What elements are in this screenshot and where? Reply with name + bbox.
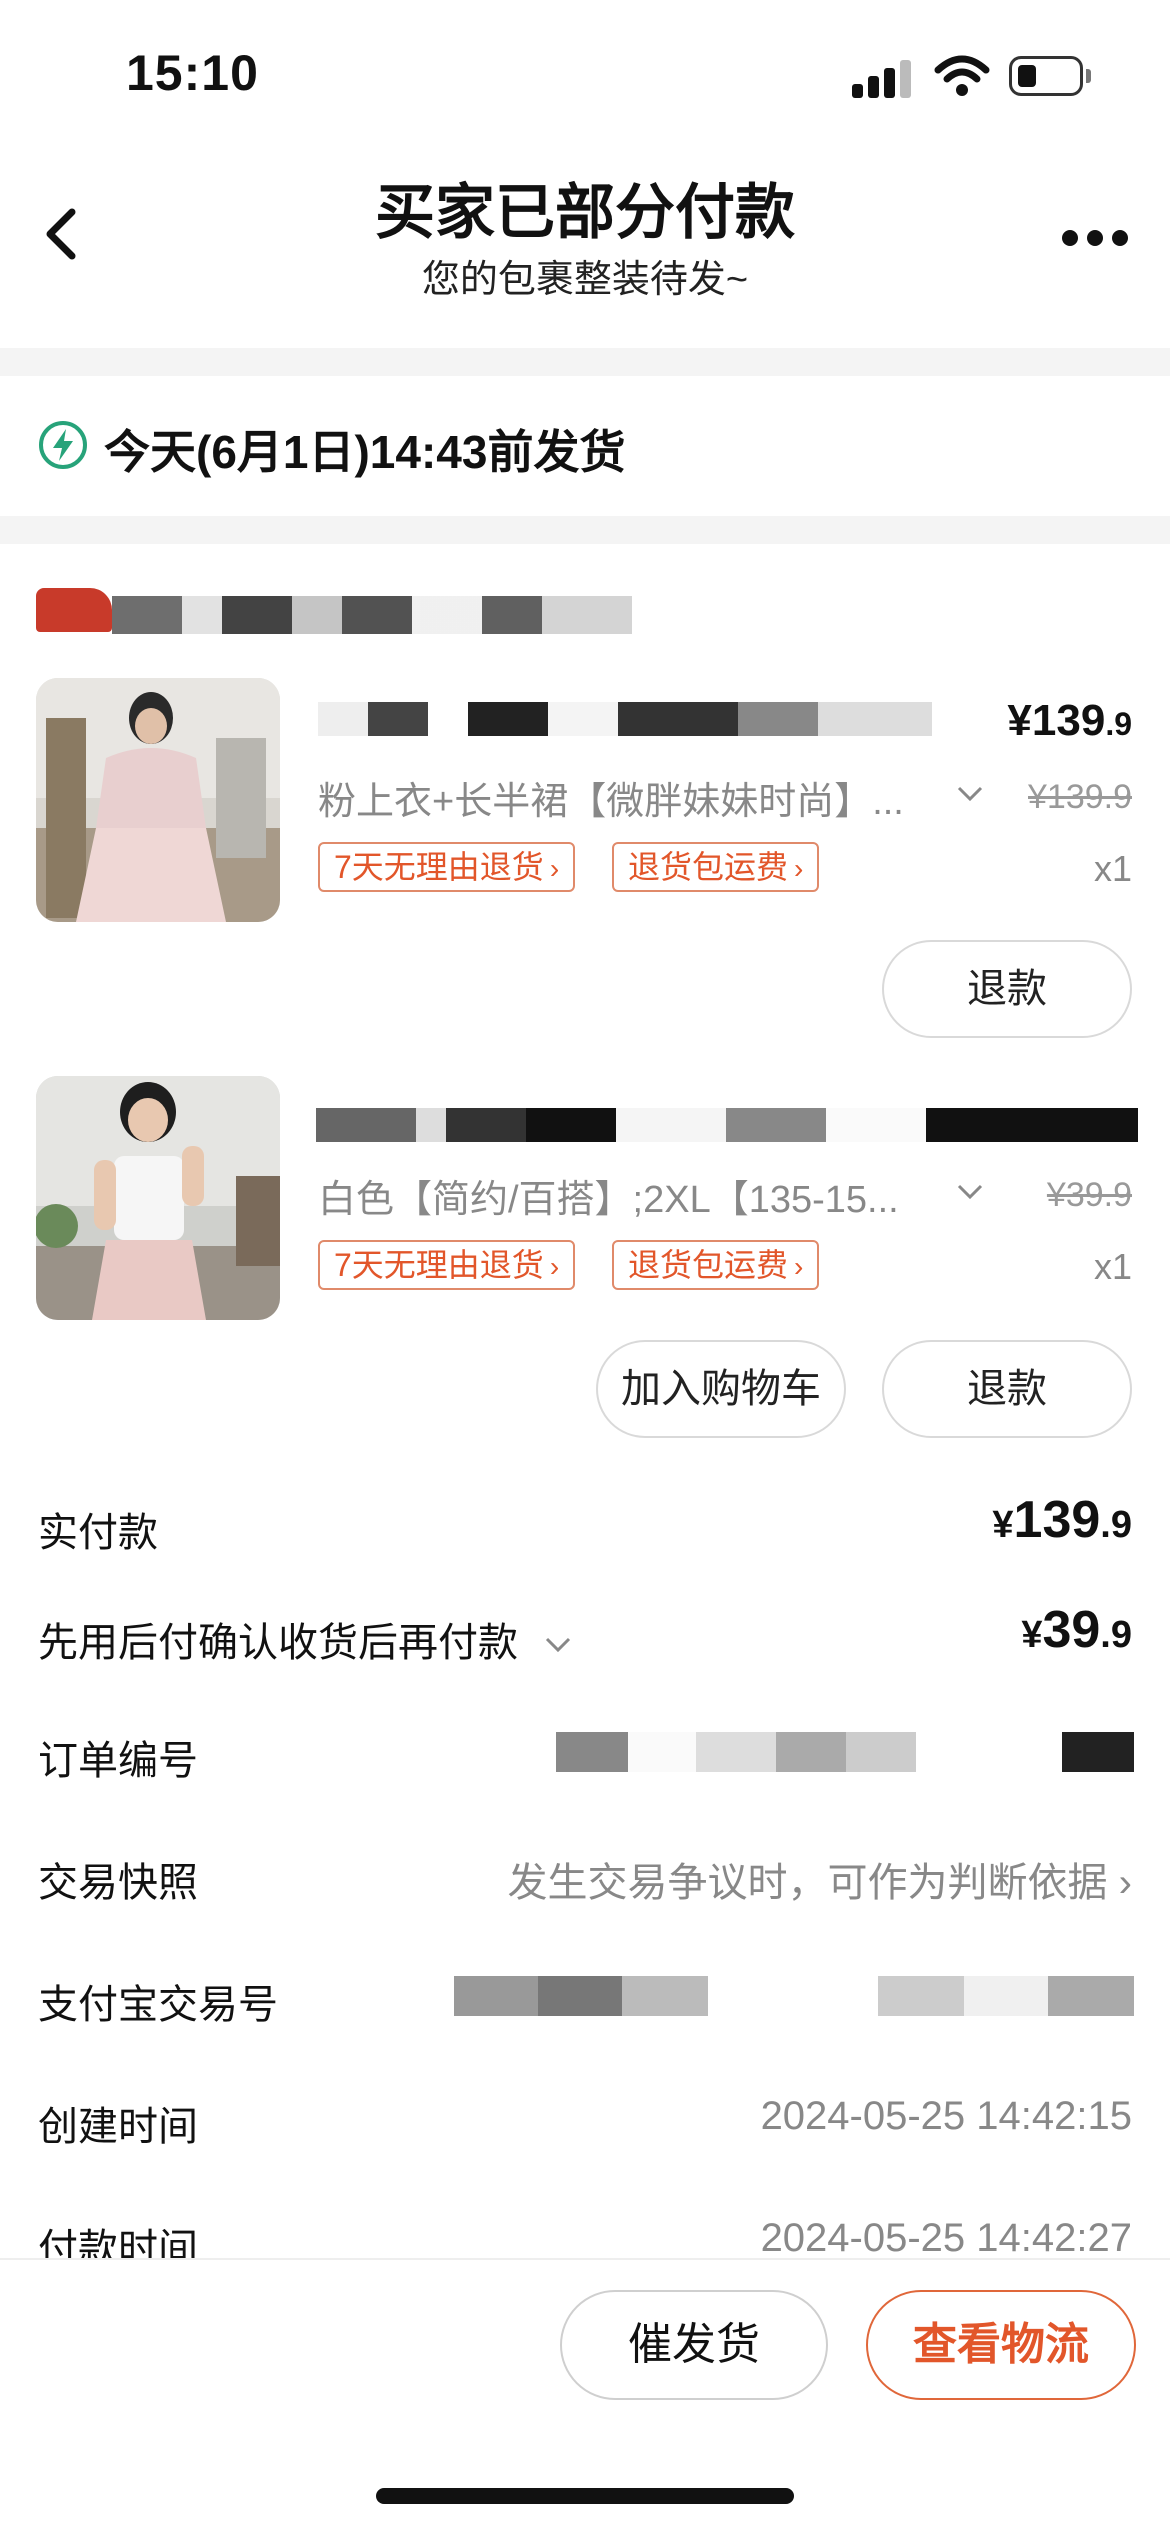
pay-later-amount: ¥39.9 bbox=[1021, 1601, 1132, 1659]
product-sku[interactable]: 粉上衣+长半裙【微胖妹妹时尚】... bbox=[318, 770, 908, 825]
product-item: 白色【简约/百搭】;2XL【135-15... ¥39.9 7天无理由退货 › 退… bbox=[0, 1076, 1170, 1446]
created-time-label: 创建时间 bbox=[38, 2105, 198, 2149]
alipay-number-redacted[interactable] bbox=[454, 1976, 1134, 2016]
alipay-number-row: 支付宝交易号 bbox=[0, 1952, 1170, 2042]
more-icon[interactable] bbox=[1062, 224, 1128, 254]
chevron-right-icon: › bbox=[549, 853, 560, 884]
return-policy-tag[interactable]: 7天无理由退货 › bbox=[318, 842, 576, 892]
remind-shipment-button[interactable]: 催发货 bbox=[560, 2290, 828, 2400]
nav-header: 买家已部分付款 您的包裹整装待发~ bbox=[0, 140, 1170, 345]
wifi-icon bbox=[934, 55, 990, 96]
bottom-action-bar: 催发货 查看物流 bbox=[0, 2258, 1170, 2532]
page-title: 买家已部分付款 bbox=[375, 179, 795, 246]
product-quantity: x1 bbox=[1093, 848, 1132, 889]
chevron-down-icon[interactable] bbox=[543, 1633, 573, 1657]
chevron-right-icon: › bbox=[794, 1251, 804, 1282]
chevron-down-icon[interactable] bbox=[955, 782, 985, 806]
pay-later-label: 先用后付确认收货后再付款 bbox=[38, 1610, 573, 1668]
snapshot-value: 发生交易争议时，可作为判断依据 › bbox=[507, 1861, 1132, 1905]
snapshot-label: 交易快照 bbox=[38, 1861, 198, 1905]
refund-button[interactable]: 退款 bbox=[882, 1340, 1132, 1438]
section-divider bbox=[0, 348, 1170, 376]
chevron-right-icon: › bbox=[549, 1251, 560, 1282]
order-number-redacted[interactable] bbox=[556, 1732, 1134, 1772]
alipay-number-label: 支付宝交易号 bbox=[38, 1983, 278, 2027]
product-price: ¥139.9 bbox=[1007, 696, 1132, 745]
paid-amount-row: 实付款 ¥139.9 bbox=[0, 1480, 1170, 1570]
pay-later-row[interactable]: 先用后付确认收货后再付款 ¥39.9 bbox=[0, 1590, 1170, 1680]
paid-time-value: 2024-05-25 14:42:27 bbox=[760, 2216, 1132, 2260]
order-number-label: 订单编号 bbox=[38, 1739, 198, 1783]
chevron-down-icon[interactable] bbox=[955, 1180, 985, 1204]
shop-name-redacted bbox=[112, 596, 632, 634]
created-time-row: 创建时间 2024-05-25 14:42:15 bbox=[0, 2074, 1170, 2164]
product-sku[interactable]: 白色【简约/百搭】;2XL【135-15... bbox=[318, 1168, 908, 1223]
original-price: ¥39.9 bbox=[1046, 1176, 1132, 1214]
created-time-value: 2024-05-25 14:42:15 bbox=[760, 2094, 1132, 2138]
product-image[interactable] bbox=[36, 678, 280, 922]
ship-deadline-text: 今天(6月1日)14:43前发货 bbox=[104, 426, 626, 478]
product-title-redacted[interactable] bbox=[318, 702, 932, 736]
shop-header[interactable] bbox=[36, 588, 636, 640]
status-time: 15:10 bbox=[126, 45, 259, 101]
free-return-shipping-tag[interactable]: 退货包运费 › bbox=[612, 1240, 820, 1290]
paid-amount-value: ¥139.9 bbox=[992, 1491, 1132, 1549]
lightning-icon bbox=[39, 421, 87, 469]
product-item: ¥139.9 粉上衣+长半裙【微胖妹妹时尚】... ¥139.9 7天无理由退货… bbox=[0, 678, 1170, 1048]
section-divider bbox=[0, 516, 1170, 544]
return-policy-tag[interactable]: 7天无理由退货 › bbox=[318, 1240, 576, 1290]
chevron-right-icon: › bbox=[1118, 1861, 1132, 1905]
snapshot-row[interactable]: 交易快照 发生交易争议时，可作为判断依据 › bbox=[0, 1830, 1170, 1920]
ship-notice: 今天(6月1日)14:43前发货 bbox=[0, 376, 1170, 516]
home-indicator[interactable] bbox=[376, 2488, 794, 2504]
product-quantity: x1 bbox=[1093, 1246, 1132, 1287]
free-return-shipping-tag[interactable]: 退货包运费 › bbox=[612, 842, 820, 892]
status-bar: 15:10 bbox=[0, 0, 1170, 140]
chevron-right-icon: › bbox=[794, 853, 804, 884]
order-number-row: 订单编号 bbox=[0, 1708, 1170, 1798]
shop-logo bbox=[36, 588, 112, 632]
view-logistics-button[interactable]: 查看物流 bbox=[866, 2290, 1136, 2400]
add-to-cart-button[interactable]: 加入购物车 bbox=[596, 1340, 846, 1438]
page-subtitle: 您的包裹整装待发~ bbox=[421, 259, 749, 301]
product-title-redacted[interactable] bbox=[316, 1108, 1138, 1142]
paid-amount-label: 实付款 bbox=[38, 1511, 158, 1555]
original-price: ¥139.9 bbox=[1028, 778, 1132, 816]
product-image[interactable] bbox=[36, 1076, 280, 1320]
refund-button[interactable]: 退款 bbox=[882, 940, 1132, 1038]
battery-icon bbox=[1009, 56, 1091, 96]
signal-icon bbox=[852, 58, 914, 98]
